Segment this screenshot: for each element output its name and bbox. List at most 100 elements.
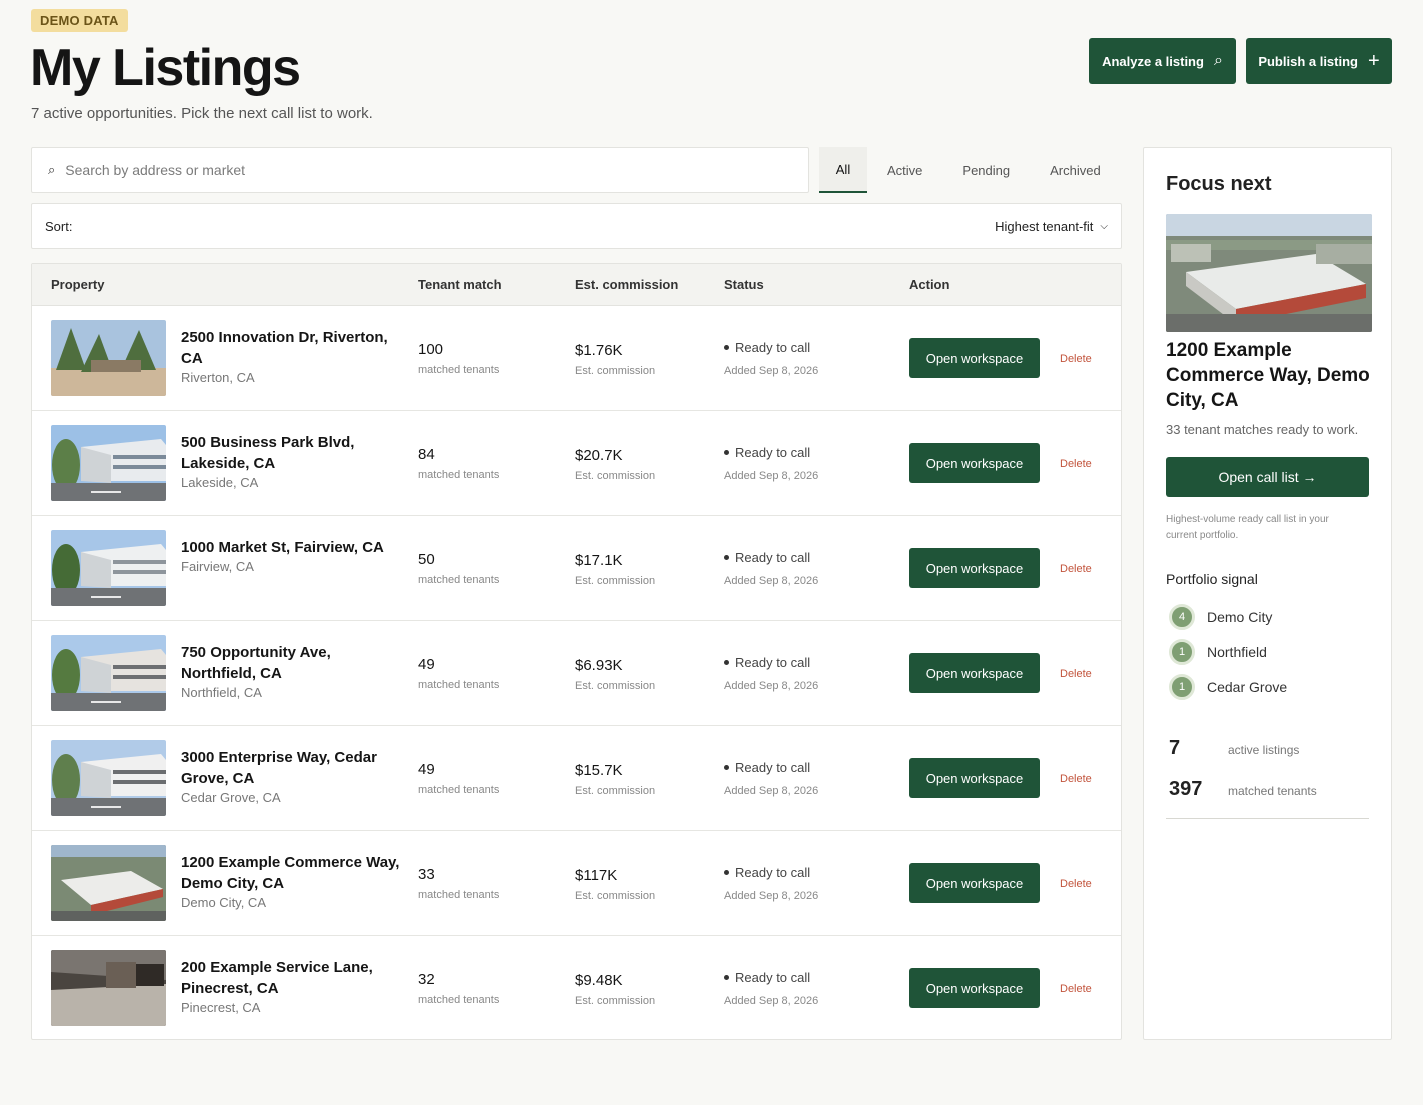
- table-header: Property Tenant match Est. commission St…: [32, 264, 1121, 306]
- added-date: Added Sep 8, 2026: [724, 680, 819, 692]
- property-name[interactable]: 200 Example Service Lane, Pinecrest, CA: [181, 957, 406, 999]
- analyze-listing-button[interactable]: Analyze a listing ⌕: [1089, 38, 1236, 84]
- publish-listing-button[interactable]: Publish a listing +: [1246, 38, 1392, 84]
- commission-value: $20.7K: [575, 447, 623, 464]
- stat-label: active listings: [1228, 743, 1300, 757]
- est-commission: $9.48K Est. commission: [575, 972, 655, 1007]
- tenant-match: 49 matched tenants: [418, 761, 499, 796]
- property-name[interactable]: 1000 Market St, Fairview, CA: [181, 537, 406, 558]
- status-cell: Ready to call Added Sep 8, 2026: [724, 760, 818, 797]
- match-label: matched tenants: [418, 469, 500, 481]
- status-dot-icon: [724, 450, 729, 455]
- listings-table: Property Tenant match Est. commission St…: [31, 263, 1122, 1040]
- status-dot-icon: [724, 975, 729, 980]
- property-address: 200 Example Service Lane, Pinecrest, CA …: [181, 957, 406, 1015]
- open-workspace-button[interactable]: Open workspace: [909, 338, 1040, 378]
- property-photo: [51, 320, 166, 396]
- status-text: Ready to call: [735, 970, 811, 985]
- match-label: matched tenants: [418, 574, 500, 586]
- property-city: Northfield, CA: [181, 685, 262, 700]
- status-cell: Ready to call Added Sep 8, 2026: [724, 340, 818, 377]
- tenant-match: 49 matched tenants: [418, 656, 499, 691]
- match-count: 50: [418, 551, 435, 568]
- delete-button[interactable]: Delete: [1060, 458, 1092, 470]
- tab-all[interactable]: All: [819, 147, 867, 193]
- status-tabs: All Active Pending Archived: [819, 147, 1121, 193]
- table-row: 2500 Innovation Dr, Riverton, CA Riverto…: [32, 306, 1121, 411]
- search-box: ⌕: [31, 147, 809, 193]
- property-city: Pinecrest, CA: [181, 1000, 261, 1015]
- status-text: Ready to call: [735, 550, 811, 565]
- property-city: Riverton, CA: [181, 370, 255, 385]
- delete-button[interactable]: Delete: [1060, 983, 1092, 995]
- property-name[interactable]: 1200 Example Commerce Way, Demo City, CA: [181, 852, 406, 894]
- added-date: Added Sep 8, 2026: [724, 365, 819, 377]
- tab-pending[interactable]: Pending: [942, 147, 1030, 193]
- search-icon: ⌕: [1213, 52, 1223, 69]
- sort-dropdown[interactable]: Highest tenant-fit ⌵: [995, 219, 1108, 234]
- commission-value: $117K: [575, 867, 618, 884]
- status-dot-icon: [724, 345, 729, 350]
- property-name[interactable]: 500 Business Park Blvd, Lakeside, CA: [181, 432, 406, 474]
- status-text: Ready to call: [735, 340, 811, 355]
- est-commission: $15.7K Est. commission: [575, 762, 655, 797]
- table-row: 500 Business Park Blvd, Lakeside, CA Lak…: [32, 411, 1121, 516]
- match-count: 32: [418, 971, 435, 988]
- commission-label: Est. commission: [575, 365, 656, 377]
- open-workspace-button[interactable]: Open workspace: [909, 758, 1040, 798]
- stat-label: matched tenants: [1228, 784, 1317, 798]
- open-workspace-button[interactable]: Open workspace: [909, 548, 1040, 588]
- open-call-list-button[interactable]: Open call list →: [1166, 457, 1369, 497]
- analyze-listing-label: Analyze a listing: [1102, 53, 1204, 69]
- tenant-match: 33 matched tenants: [418, 866, 499, 901]
- open-workspace-button[interactable]: Open workspace: [909, 968, 1040, 1008]
- tenant-match: 32 matched tenants: [418, 971, 499, 1006]
- search-input[interactable]: [65, 162, 808, 178]
- property-city: Fairview, CA: [181, 559, 254, 574]
- match-count: 49: [418, 656, 435, 673]
- signal-count-badge: 1: [1169, 674, 1195, 700]
- delete-button[interactable]: Delete: [1060, 878, 1092, 890]
- page-title: My Listings: [30, 39, 301, 97]
- property-name[interactable]: 3000 Enterprise Way, Cedar Grove, CA: [181, 747, 406, 789]
- property-name[interactable]: 2500 Innovation Dr, Riverton, CA: [181, 327, 406, 369]
- search-icon: ⌕: [48, 162, 56, 177]
- tenant-match: 100 matched tenants: [418, 341, 499, 376]
- commission-label: Est. commission: [575, 995, 656, 1007]
- open-workspace-button[interactable]: Open workspace: [909, 653, 1040, 693]
- property-address: 1200 Example Commerce Way, Demo City, CA…: [181, 852, 406, 910]
- property-photo: [51, 740, 166, 816]
- delete-button[interactable]: Delete: [1060, 773, 1092, 785]
- commission-label: Est. commission: [575, 575, 656, 587]
- match-label: matched tenants: [418, 889, 500, 901]
- status-text: Ready to call: [735, 655, 811, 670]
- focus-property-name: 1200 Example Commerce Way, Demo City, CA: [1166, 340, 1370, 411]
- commission-value: $1.76K: [575, 342, 623, 359]
- focus-match-count: 33 tenant matches ready to work.: [1166, 422, 1359, 437]
- status-cell: Ready to call Added Sep 8, 2026: [724, 655, 818, 692]
- match-label: matched tenants: [418, 994, 500, 1006]
- added-date: Added Sep 8, 2026: [724, 785, 819, 797]
- signal-city: Northfield: [1207, 644, 1267, 660]
- tab-archived[interactable]: Archived: [1030, 147, 1121, 193]
- stat-matched-tenants: 397 matched tenants: [1169, 778, 1317, 801]
- focus-panel: Focus next 1200 Example Commerce Way, De…: [1143, 147, 1392, 1040]
- delete-button[interactable]: Delete: [1060, 668, 1092, 680]
- tab-active[interactable]: Active: [867, 147, 942, 193]
- property-address: 1000 Market St, Fairview, CA Fairview, C…: [181, 537, 406, 574]
- page-subtitle: 7 active opportunities. Pick the next ca…: [31, 105, 373, 122]
- property-address: 3000 Enterprise Way, Cedar Grove, CA Ced…: [181, 747, 406, 805]
- table-row: 200 Example Service Lane, Pinecrest, CA …: [32, 936, 1121, 1039]
- open-workspace-button[interactable]: Open workspace: [909, 443, 1040, 483]
- column-commission: Est. commission: [575, 277, 679, 292]
- added-date: Added Sep 8, 2026: [724, 890, 819, 902]
- delete-button[interactable]: Delete: [1060, 353, 1092, 365]
- signal-count-badge: 1: [1169, 639, 1195, 665]
- est-commission: $117K Est. commission: [575, 867, 655, 902]
- demo-data-badge: DEMO DATA: [31, 9, 128, 32]
- delete-button[interactable]: Delete: [1060, 563, 1092, 575]
- open-workspace-button[interactable]: Open workspace: [909, 863, 1040, 903]
- stat-value: 7: [1169, 737, 1181, 759]
- est-commission: $20.7K Est. commission: [575, 447, 655, 482]
- property-name[interactable]: 750 Opportunity Ave, Northfield, CA: [181, 642, 406, 684]
